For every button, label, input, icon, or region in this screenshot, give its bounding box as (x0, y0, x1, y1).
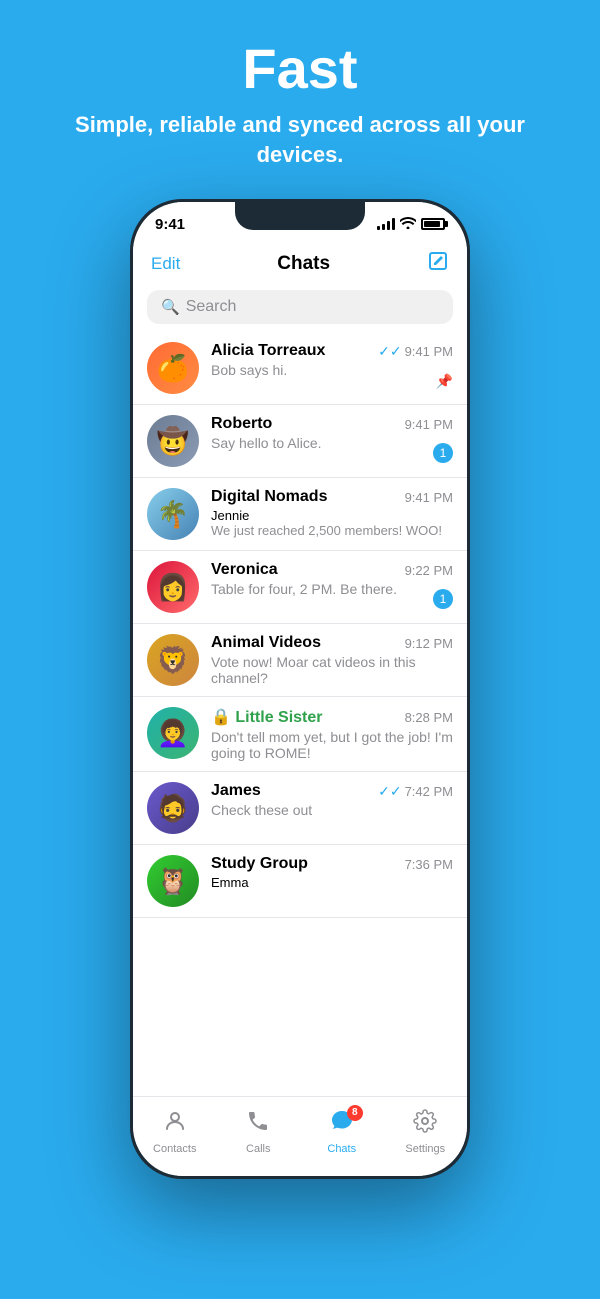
battery-icon (421, 218, 445, 230)
chat-top: Study Group 7:36 PM (211, 855, 453, 873)
calls-icon (246, 1109, 270, 1140)
chats-badge: 8 (347, 1105, 363, 1121)
avatar: 🦉 (147, 855, 199, 907)
list-item[interactable]: 🍊 Alicia Torreaux ✓✓ 9:41 PM Bob says hi… (133, 332, 467, 405)
chat-content: James ✓✓ 7:42 PM Check these out (211, 782, 453, 818)
unread-badge: 1 (433, 589, 453, 609)
phone-screen: 9:41 (133, 202, 467, 1176)
chat-time: 8:28 PM (405, 710, 453, 725)
chat-preview: Vote now! Moar cat videos in this channe… (211, 654, 453, 686)
phone-shell: 9:41 (130, 199, 470, 1179)
chat-time: ✓✓ 9:41 PM (378, 343, 453, 360)
list-item[interactable]: 🧔 James ✓✓ 7:42 PM Check these out (133, 772, 467, 845)
tab-chats-label: Chats (327, 1143, 356, 1155)
chat-time: 9:22 PM (405, 563, 453, 578)
chat-time: ✓✓ 7:42 PM (378, 783, 453, 800)
navigation-bar: Edit Chats (133, 246, 467, 286)
chat-top: Roberto 9:41 PM (211, 415, 453, 433)
chats-icon: 8 (329, 1109, 355, 1140)
unread-badge: 1 (433, 443, 453, 463)
phone-mockup: 9:41 (130, 199, 470, 1179)
status-time: 9:41 (155, 216, 185, 233)
contacts-icon (163, 1109, 187, 1140)
avatar: 👩‍🦱 (147, 707, 199, 759)
list-item[interactable]: 🦉 Study Group 7:36 PM Emma (133, 845, 467, 918)
phone-notch (235, 202, 365, 230)
chat-time: 7:36 PM (405, 857, 453, 872)
chat-content: Digital Nomads 9:41 PM Jennie We just re… (211, 488, 453, 538)
chat-preview: Emma (211, 875, 453, 890)
compose-button[interactable] (427, 250, 449, 278)
edit-button[interactable]: Edit (151, 254, 180, 274)
screen-title: Chats (277, 253, 330, 275)
chat-content: Veronica 9:22 PM Table for four, 2 PM. B… (211, 561, 453, 597)
chat-top: Digital Nomads 9:41 PM (211, 488, 453, 506)
chat-content: Roberto 9:41 PM Say hello to Alice. (211, 415, 453, 451)
chat-content: Animal Videos 9:12 PM Vote now! Moar cat… (211, 634, 453, 686)
tab-contacts[interactable]: Contacts (133, 1109, 217, 1155)
chat-preview: Don't tell mom yet, but I got the job! I… (211, 729, 453, 761)
chat-time: 9:41 PM (405, 490, 453, 505)
chat-content: Study Group 7:36 PM Emma (211, 855, 453, 890)
tab-settings[interactable]: Settings (384, 1109, 468, 1155)
search-placeholder: Search (186, 298, 237, 316)
chat-time: 9:41 PM (405, 417, 453, 432)
hero-title: Fast (40, 38, 560, 100)
tab-settings-label: Settings (405, 1143, 445, 1155)
tab-chats[interactable]: 8 Chats (300, 1109, 384, 1155)
chat-name: Study Group (211, 855, 308, 873)
tab-calls[interactable]: Calls (217, 1109, 301, 1155)
hero-subtitle: Simple, reliable and synced across all y… (40, 110, 560, 172)
chat-top: Veronica 9:22 PM (211, 561, 453, 579)
chat-preview: Jennie (211, 508, 453, 523)
list-item[interactable]: 🌴 Digital Nomads 9:41 PM Jennie We just … (133, 478, 467, 551)
search-icon: 🔍 (161, 298, 180, 316)
double-check-icon: ✓✓ (378, 783, 401, 800)
chat-preview: Table for four, 2 PM. Be there. (211, 581, 453, 597)
hero-section: Fast Simple, reliable and synced across … (0, 0, 600, 199)
chat-name: James (211, 782, 261, 800)
chat-top: James ✓✓ 7:42 PM (211, 782, 453, 800)
avatar: 🧔 (147, 782, 199, 834)
chat-top: Animal Videos 9:12 PM (211, 634, 453, 652)
chat-name: Roberto (211, 415, 272, 433)
list-item[interactable]: 🦁 Animal Videos 9:12 PM Vote now! Moar c… (133, 624, 467, 697)
chat-content: 🔒 Little Sister 8:28 PM Don't tell mom y… (211, 707, 453, 761)
chat-name: Digital Nomads (211, 488, 327, 506)
chat-name: Alicia Torreaux (211, 342, 325, 360)
chat-name: Animal Videos (211, 634, 321, 652)
chat-name: 🔒 Little Sister (211, 707, 323, 727)
tab-bar: Contacts Calls 8 (133, 1096, 467, 1176)
chat-list: 🍊 Alicia Torreaux ✓✓ 9:41 PM Bob says hi… (133, 332, 467, 1096)
list-item[interactable]: 🤠 Roberto 9:41 PM Say hello to Alice. 1 (133, 405, 467, 478)
pin-icon: 📌 (436, 373, 453, 390)
chat-preview: Check these out (211, 802, 453, 818)
chat-preview: Say hello to Alice. (211, 435, 453, 451)
lock-icon: 🔒 (211, 709, 231, 726)
wifi-icon (400, 217, 416, 232)
status-icons (377, 217, 445, 232)
tab-contacts-label: Contacts (153, 1143, 196, 1155)
avatar: 🌴 (147, 488, 199, 540)
avatar: 🤠 (147, 415, 199, 467)
chat-content: Alicia Torreaux ✓✓ 9:41 PM Bob says hi. (211, 342, 453, 378)
avatar: 👩 (147, 561, 199, 613)
list-item[interactable]: 👩‍🦱 🔒 Little Sister 8:28 PM Don't tell m… (133, 697, 467, 772)
tab-calls-label: Calls (246, 1143, 270, 1155)
signal-icon (377, 218, 395, 230)
chat-name: Veronica (211, 561, 278, 579)
avatar: 🦁 (147, 634, 199, 686)
chat-top: 🔒 Little Sister 8:28 PM (211, 707, 453, 727)
settings-icon (413, 1109, 437, 1140)
list-item[interactable]: 👩 Veronica 9:22 PM Table for four, 2 PM.… (133, 551, 467, 624)
avatar: 🍊 (147, 342, 199, 394)
chat-top: Alicia Torreaux ✓✓ 9:41 PM (211, 342, 453, 360)
search-bar[interactable]: 🔍 Search (147, 290, 453, 324)
chat-time: 9:12 PM (405, 636, 453, 651)
chat-preview-sub: We just reached 2,500 members! WOO! (211, 523, 453, 538)
chat-preview: Bob says hi. (211, 362, 453, 378)
double-check-icon: ✓✓ (378, 343, 401, 360)
